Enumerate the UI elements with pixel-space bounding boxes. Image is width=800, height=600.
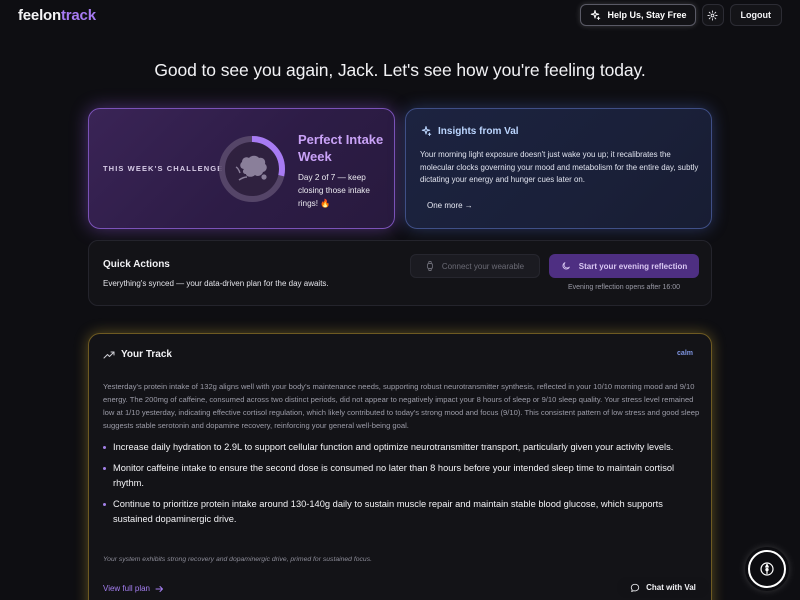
view-full-plan-link[interactable]: View full plan — [103, 584, 164, 593]
sparkle-icon — [421, 126, 432, 136]
connect-wearable-label: Connect your wearable — [441, 261, 525, 271]
brand-logo[interactable]: feelontrack — [18, 7, 96, 24]
quick-actions-title: Quick Actions — [103, 259, 170, 270]
mood-badge: calm — [677, 350, 693, 357]
quick-actions-subtitle: Everything's synced — your data-driven p… — [103, 279, 329, 288]
view-full-plan-label: View full plan — [103, 584, 150, 593]
brand-part-2: track — [60, 6, 96, 24]
gear-icon — [707, 9, 718, 21]
quick-actions-card: Quick Actions Everything's synced — your… — [88, 240, 712, 306]
list-item-text: Monitor caffeine intake to ensure the se… — [113, 463, 675, 488]
arrow-right-icon — [155, 585, 163, 592]
challenge-subtitle: Day 2 of 7 — keep closing those intake r… — [298, 173, 370, 208]
settings-button[interactable] — [701, 4, 724, 26]
trend-up-icon — [103, 351, 115, 358]
list-item-text: Increase daily hydration to 2.9L to supp… — [113, 442, 674, 452]
chat-bubble-icon — [630, 583, 640, 592]
list-item: Increase daily hydration to 2.9L to supp… — [103, 440, 701, 455]
insights-header: Insights from Val — [420, 125, 519, 137]
your-track-card: Your Track calm Yesterday's protein inta… — [88, 333, 712, 600]
floating-compass-button[interactable] — [748, 550, 786, 588]
list-item: Monitor caffeine intake to ensure the se… — [103, 461, 701, 491]
evening-reflection-note: Evening reflection opens after 16:00 — [567, 284, 681, 291]
help-us-button[interactable]: Help Us, Stay Free — [580, 4, 696, 26]
chat-with-val-button[interactable]: Chat with Val — [617, 577, 709, 598]
list-item: Continue to prioritize protein intake ar… — [103, 497, 701, 527]
watch-icon — [426, 261, 433, 271]
track-footnote: Your system exhibits strong recovery and… — [103, 556, 372, 563]
list-item-text: Continue to prioritize protein intake ar… — [113, 499, 663, 524]
insights-title: Insights from Val — [438, 125, 519, 137]
evening-reflection-button[interactable]: Start your evening reflection — [549, 254, 699, 278]
compass-icon — [760, 562, 774, 576]
intake-progress-ring — [219, 136, 285, 202]
bullet-dot — [103, 503, 106, 506]
track-summary: Yesterday's protein intake of 132g align… — [103, 382, 700, 430]
challenge-title: Perfect Intake Week — [298, 132, 384, 164]
one-more-link[interactable]: One more → — [427, 201, 473, 210]
weekly-challenge-card[interactable]: THIS WEEK'S CHALLENGE Perfect Intake Wee… — [88, 108, 395, 229]
logout-button[interactable]: Logout — [729, 4, 782, 26]
bullet-dot — [103, 446, 106, 449]
track-header: Your Track — [103, 349, 172, 360]
brand-part-1: feelon — [18, 6, 61, 24]
recommendation-list: Increase daily hydration to 2.9L to supp… — [103, 440, 701, 533]
sparkle-icon — [591, 10, 601, 20]
chat-with-val-label: Chat with Val — [646, 583, 696, 592]
insights-text: Your morning light exposure doesn't just… — [420, 150, 699, 184]
insights-card: Insights from Val Your morning light exp… — [405, 108, 712, 229]
bullet-dot — [103, 467, 106, 470]
connect-wearable-button[interactable]: Connect your wearable — [410, 254, 540, 278]
moon-icon — [562, 262, 570, 270]
page-greeting: Good to see you again, Jack. Let's see h… — [154, 60, 646, 80]
challenge-tag: THIS WEEK'S CHALLENGE — [103, 164, 224, 173]
top-actions: Help Us, Stay Free Logout — [580, 4, 782, 26]
top-bar: feelontrack Help Us, Stay Free Logout — [0, 0, 800, 30]
evening-reflection-label: Start your evening reflection — [578, 261, 688, 271]
help-us-label: Help Us, Stay Free — [607, 10, 687, 20]
track-title: Your Track — [121, 349, 172, 360]
